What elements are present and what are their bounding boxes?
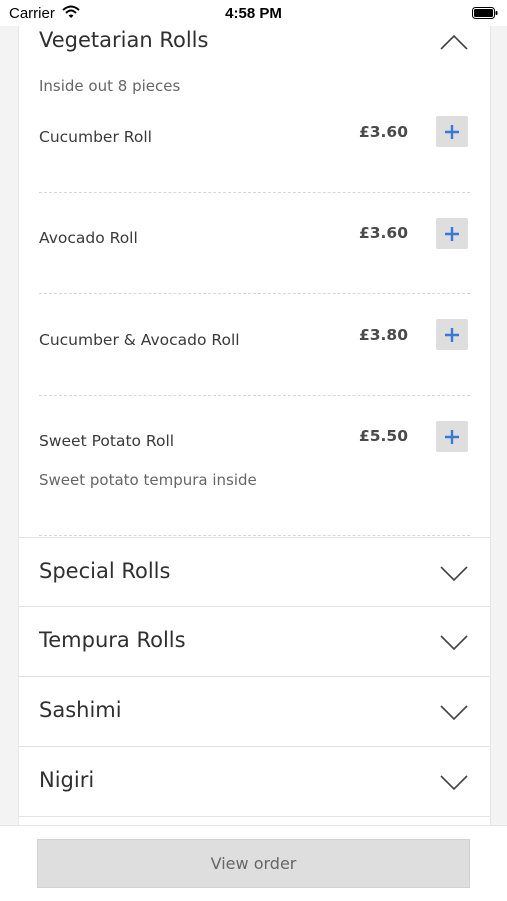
view-order-button[interactable]: View order	[37, 839, 470, 888]
status-time: 4:58 PM	[225, 5, 282, 22]
chevron-down-icon	[440, 775, 468, 791]
add-item-button[interactable]	[436, 421, 468, 452]
status-bar: Carrier 4:58 PM	[0, 0, 507, 26]
section-title: Tempura Rolls	[39, 628, 186, 652]
bottom-bar: View order	[0, 825, 507, 901]
section-title: Sashimi	[39, 698, 122, 722]
item-divider	[39, 293, 470, 294]
item-divider	[39, 395, 470, 396]
plus-icon	[445, 429, 459, 444]
chevron-down-icon	[440, 635, 468, 651]
section-title: Special Rolls	[39, 559, 171, 583]
chevron-down-icon	[440, 566, 468, 582]
plus-icon	[445, 124, 459, 139]
item-divider	[39, 192, 470, 193]
section-nigiri[interactable]: Nigiri	[19, 747, 490, 817]
section-subtitle: Inside out 8 pieces	[39, 77, 181, 95]
add-item-button[interactable]	[436, 116, 468, 147]
item-name: Cucumber Roll	[39, 128, 152, 146]
chevron-up-icon[interactable]	[440, 34, 468, 50]
item-price: £3.60	[358, 224, 408, 242]
item-name: Avocado Roll	[39, 229, 138, 247]
item-name: Sweet Potato Roll	[39, 432, 175, 450]
plus-icon	[445, 226, 459, 241]
item-price: £5.50	[358, 427, 408, 445]
section-sashimi[interactable]: Sashimi	[19, 677, 490, 747]
add-item-button[interactable]	[436, 319, 468, 350]
section-title: Vegetarian Rolls	[39, 28, 209, 52]
section-vegetarian-rolls: Vegetarian Rolls Inside out 8 pieces Cuc…	[19, 0, 490, 538]
item-name: Cucumber & Avocado Roll	[39, 331, 240, 349]
add-item-button[interactable]	[436, 218, 468, 249]
plus-icon	[445, 327, 459, 342]
section-title: Nigiri	[39, 768, 95, 792]
item-price: £3.60	[358, 123, 408, 141]
section-special-rolls[interactable]: Special Rolls	[19, 538, 490, 607]
chevron-down-icon	[440, 705, 468, 721]
item-description: Sweet potato tempura inside	[39, 471, 257, 489]
section-tempura-rolls[interactable]: Tempura Rolls	[19, 607, 490, 677]
item-price: £3.80	[358, 326, 408, 344]
menu-list: Vegetarian Rolls Inside out 8 pieces Cuc…	[18, 0, 491, 900]
battery-icon	[472, 7, 498, 19]
item-divider	[39, 535, 470, 536]
